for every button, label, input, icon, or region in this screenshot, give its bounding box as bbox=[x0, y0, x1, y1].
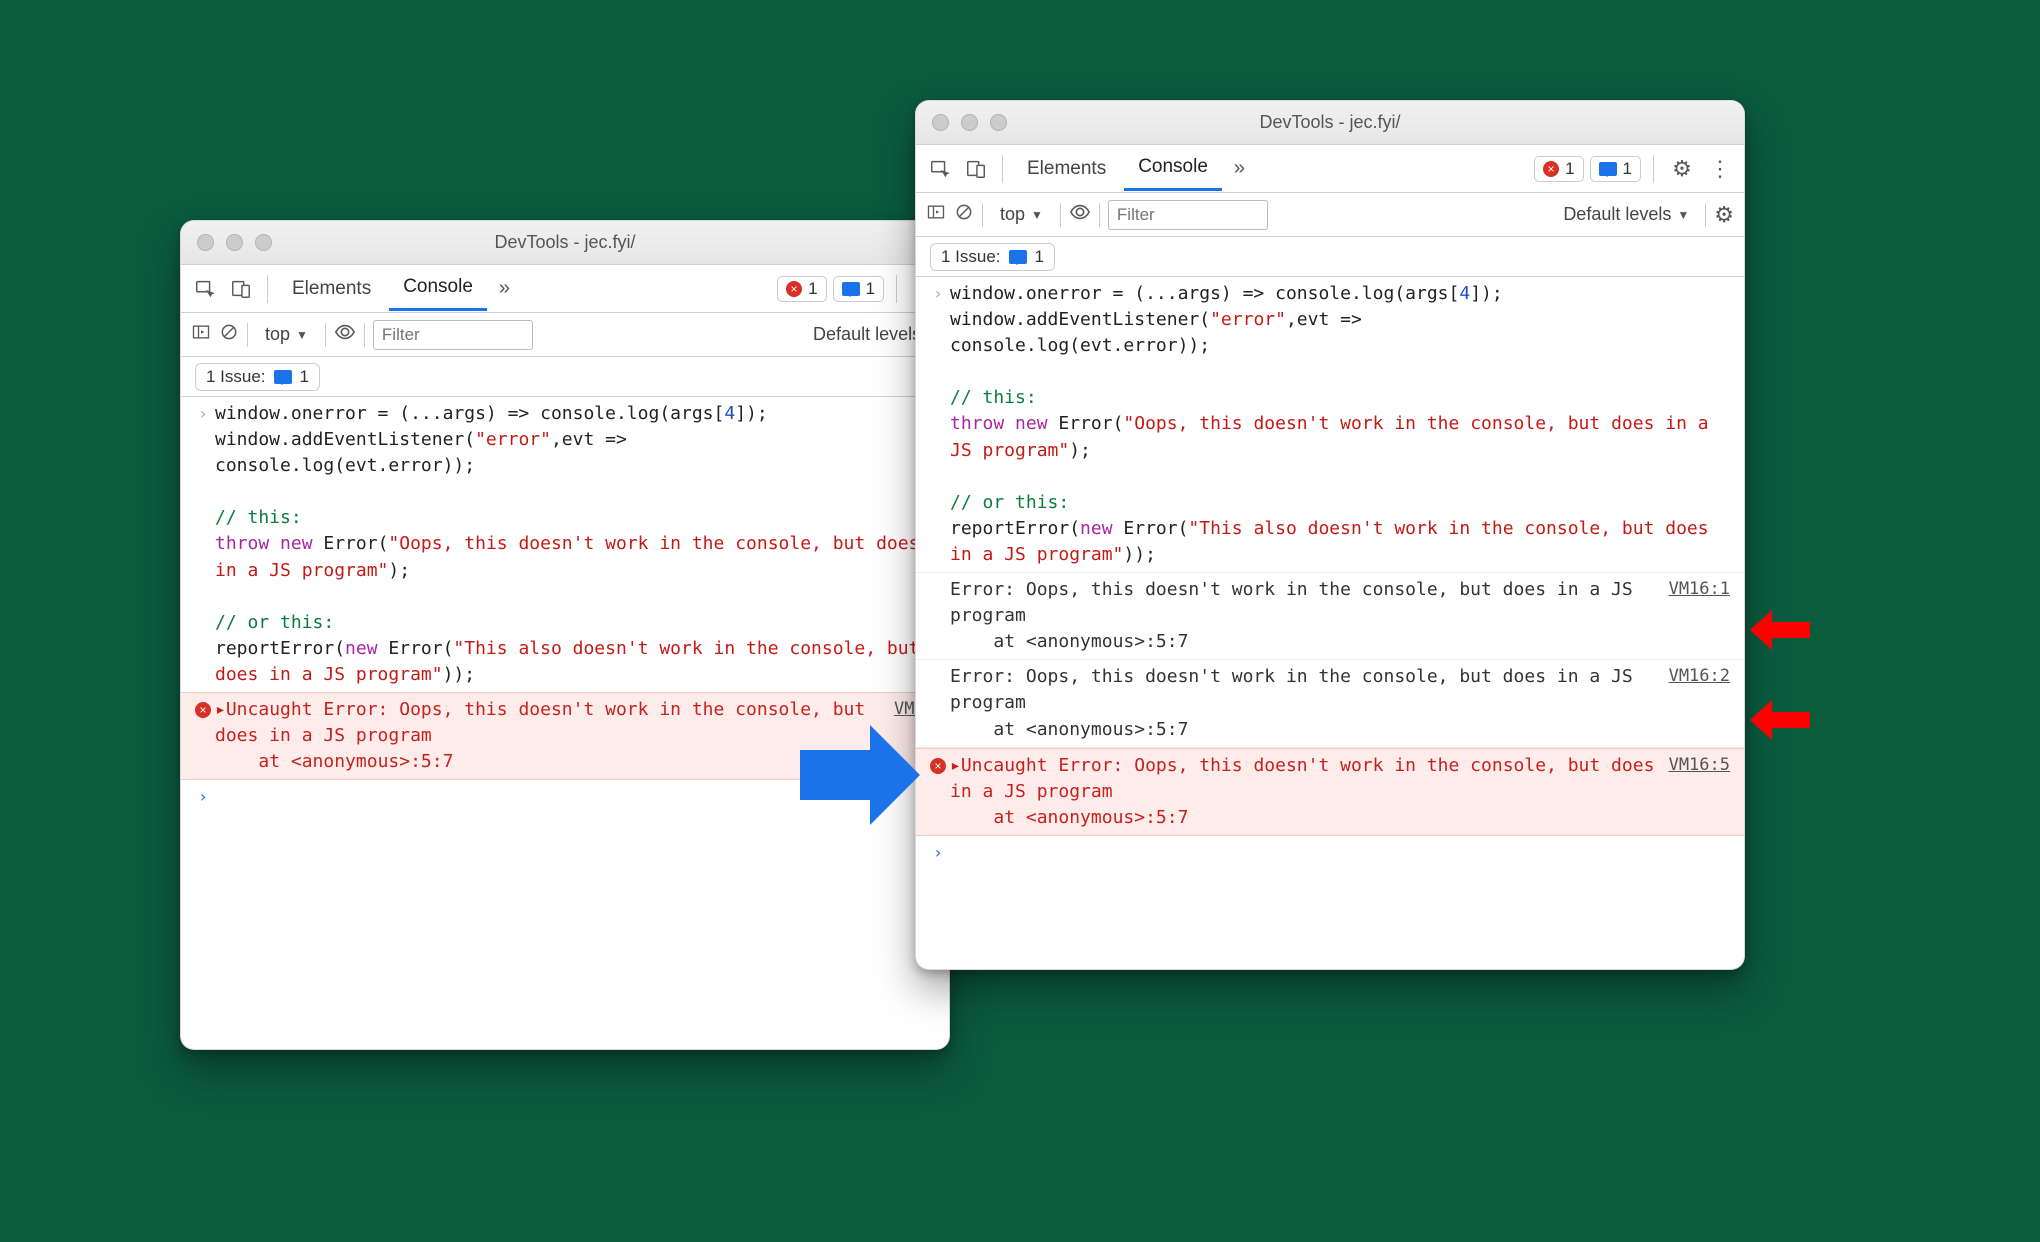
input-chevron-icon: › bbox=[926, 281, 950, 305]
tab-elements[interactable]: Elements bbox=[1013, 148, 1120, 190]
sidebar-toggle-icon[interactable] bbox=[191, 322, 211, 347]
message-icon bbox=[274, 370, 292, 384]
uncaught-error-row[interactable]: ▸Uncaught Error: Oops, this doesn't work… bbox=[916, 748, 1744, 836]
tab-console[interactable]: Console bbox=[1124, 146, 1222, 191]
filter-input[interactable] bbox=[1108, 200, 1268, 230]
source-link[interactable]: VM16:5 bbox=[1657, 753, 1730, 778]
blank-gutter bbox=[926, 664, 950, 665]
error-icon bbox=[786, 281, 802, 297]
traffic-lights bbox=[197, 234, 272, 251]
error-icon bbox=[1543, 161, 1559, 177]
message-count-badge[interactable]: 1 bbox=[1590, 156, 1641, 182]
devtools-window-after: DevTools - jec.fyi/ Elements Console » 1… bbox=[915, 100, 1745, 970]
blank-gutter bbox=[926, 577, 950, 578]
titlebar: DevTools - jec.fyi/ bbox=[181, 221, 949, 265]
devtools-window-before: DevTools - jec.fyi/ Elements Console » 1… bbox=[180, 220, 950, 1050]
console-toolbar: top▼ Default levels▼ ⚙ bbox=[916, 193, 1744, 237]
inspect-icon[interactable] bbox=[189, 273, 221, 305]
log-text: Error: Oops, this doesn't work in the co… bbox=[950, 577, 1657, 655]
annotation-arrow-small bbox=[1750, 700, 1810, 740]
tab-console[interactable]: Console bbox=[389, 266, 487, 311]
issues-bar: 1 Issue: 1 bbox=[916, 237, 1744, 277]
source-link[interactable]: VM16:2 bbox=[1657, 664, 1730, 689]
entered-code[interactable]: window.onerror = (...args) => console.lo… bbox=[215, 401, 935, 688]
tabbar: Elements Console » 1 1 ⚙ bbox=[181, 265, 949, 313]
prompt-chevron-icon: › bbox=[191, 784, 215, 808]
entered-code[interactable]: window.onerror = (...args) => console.lo… bbox=[950, 281, 1730, 568]
console-settings-gear-icon[interactable]: ⚙ bbox=[1714, 202, 1734, 228]
log-output-row[interactable]: Error: Oops, this doesn't work in the co… bbox=[916, 660, 1744, 747]
message-icon bbox=[842, 282, 860, 296]
more-tabs-icon[interactable]: » bbox=[491, 277, 518, 300]
issues-chip[interactable]: 1 Issue: 1 bbox=[930, 243, 1055, 271]
source-link[interactable]: VM16:1 bbox=[1657, 577, 1730, 602]
live-expression-icon[interactable] bbox=[1069, 201, 1091, 228]
more-tabs-icon[interactable]: » bbox=[1226, 157, 1253, 180]
titlebar: DevTools - jec.fyi/ bbox=[916, 101, 1744, 145]
message-count-badge[interactable]: 1 bbox=[833, 276, 884, 302]
message-icon bbox=[1599, 162, 1617, 176]
log-text: Error: Oops, this doesn't work in the co… bbox=[950, 664, 1657, 742]
error-icon bbox=[191, 697, 215, 721]
close-dot[interactable] bbox=[932, 114, 949, 131]
issues-bar: 1 Issue: 1 bbox=[181, 357, 949, 397]
error-text: ▸Uncaught Error: Oops, this doesn't work… bbox=[215, 697, 882, 775]
clear-console-icon[interactable] bbox=[219, 322, 239, 347]
more-menu-icon[interactable]: ⋮ bbox=[1704, 153, 1736, 185]
live-expression-icon[interactable] bbox=[334, 321, 356, 348]
log-output-row[interactable]: Error: Oops, this doesn't work in the co… bbox=[916, 572, 1744, 660]
minimize-dot[interactable] bbox=[226, 234, 243, 251]
annotation-arrow-large bbox=[800, 720, 920, 830]
device-toggle-icon[interactable] bbox=[960, 153, 992, 185]
console-input-row: › window.onerror = (...args) => console.… bbox=[181, 397, 949, 692]
error-count-badge[interactable]: 1 bbox=[1534, 156, 1583, 182]
error-text: ▸Uncaught Error: Oops, this doesn't work… bbox=[950, 753, 1657, 831]
traffic-lights bbox=[932, 114, 1007, 131]
window-title: DevTools - jec.fyi/ bbox=[181, 232, 949, 253]
window-title: DevTools - jec.fyi/ bbox=[916, 112, 1744, 133]
console-prompt[interactable]: › bbox=[916, 836, 1744, 868]
zoom-dot[interactable] bbox=[255, 234, 272, 251]
console-toolbar: top▼ Default levels▼ bbox=[181, 313, 949, 357]
console-input-row: › window.onerror = (...args) => console.… bbox=[916, 277, 1744, 572]
error-count-badge[interactable]: 1 bbox=[777, 276, 826, 302]
device-toggle-icon[interactable] bbox=[225, 273, 257, 305]
clear-console-icon[interactable] bbox=[954, 202, 974, 227]
settings-gear-icon[interactable]: ⚙ bbox=[1666, 153, 1698, 185]
minimize-dot[interactable] bbox=[961, 114, 978, 131]
input-chevron-icon: › bbox=[191, 401, 215, 425]
console-body: › window.onerror = (...args) => console.… bbox=[916, 277, 1744, 868]
issues-chip[interactable]: 1 Issue: 1 bbox=[195, 363, 320, 391]
inspect-icon[interactable] bbox=[924, 153, 956, 185]
tabbar: Elements Console » 1 1 ⚙ ⋮ bbox=[916, 145, 1744, 193]
zoom-dot[interactable] bbox=[990, 114, 1007, 131]
tab-elements[interactable]: Elements bbox=[278, 268, 385, 310]
annotation-arrow-small bbox=[1750, 610, 1810, 650]
log-levels-selector[interactable]: Default levels▼ bbox=[1563, 204, 1689, 225]
error-icon bbox=[926, 753, 950, 777]
context-selector[interactable]: top▼ bbox=[991, 200, 1052, 229]
close-dot[interactable] bbox=[197, 234, 214, 251]
context-selector[interactable]: top▼ bbox=[256, 320, 317, 349]
sidebar-toggle-icon[interactable] bbox=[926, 202, 946, 227]
prompt-chevron-icon: › bbox=[926, 840, 950, 864]
message-icon bbox=[1009, 250, 1027, 264]
filter-input[interactable] bbox=[373, 320, 533, 350]
